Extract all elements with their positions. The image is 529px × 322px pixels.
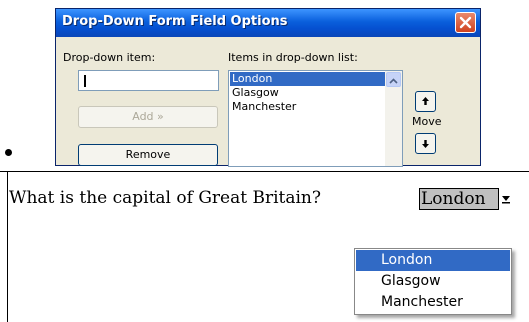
arrow-down-icon: [422, 140, 429, 148]
close-icon: [459, 16, 472, 29]
move-label: Move: [412, 115, 442, 128]
chevron-up-icon: [389, 78, 398, 84]
dropdown-arrow-icon[interactable]: [499, 190, 513, 206]
question-text: What is the capital of Great Britain?: [9, 188, 321, 208]
remove-button[interactable]: Remove: [78, 144, 218, 166]
document-top-border: [0, 171, 529, 172]
drop-down-options-dialog: Drop-Down Form Field Options Drop-down i…: [55, 8, 481, 167]
dropdown-form-field[interactable]: London: [419, 188, 499, 210]
move-up-button[interactable]: [415, 91, 436, 112]
arrow-up-icon: [422, 97, 429, 105]
scroll-up-button[interactable]: [386, 72, 401, 87]
dialog-titlebar[interactable]: Drop-Down Form Field Options: [56, 9, 480, 37]
dropdown-option[interactable]: London: [356, 250, 510, 271]
dropdown-option[interactable]: Glasgow: [356, 271, 510, 292]
items-in-list-label: Items in drop-down list:: [228, 51, 358, 64]
add-button[interactable]: Add »: [78, 106, 218, 128]
list-item[interactable]: Manchester: [230, 100, 386, 114]
dropdown-item-input[interactable]: [78, 70, 219, 91]
dropdown-item-label: Drop-down item:: [63, 51, 156, 64]
items-listbox[interactable]: London Glasgow Manchester: [228, 70, 403, 167]
move-down-button[interactable]: [415, 133, 436, 154]
form-field-value: London: [421, 189, 486, 209]
list-scrollbar[interactable]: [385, 71, 402, 166]
list-item[interactable]: London: [230, 72, 386, 86]
dropdown-option[interactable]: Manchester: [356, 292, 510, 313]
form-field-dropdown-list[interactable]: London Glasgow Manchester: [354, 248, 512, 315]
list-item[interactable]: Glasgow: [230, 86, 386, 100]
text-caret: [84, 75, 86, 87]
bullet-icon: [5, 149, 12, 156]
close-button[interactable]: [455, 12, 476, 33]
dialog-title: Drop-Down Form Field Options: [62, 14, 288, 29]
document-left-border: [7, 171, 8, 322]
